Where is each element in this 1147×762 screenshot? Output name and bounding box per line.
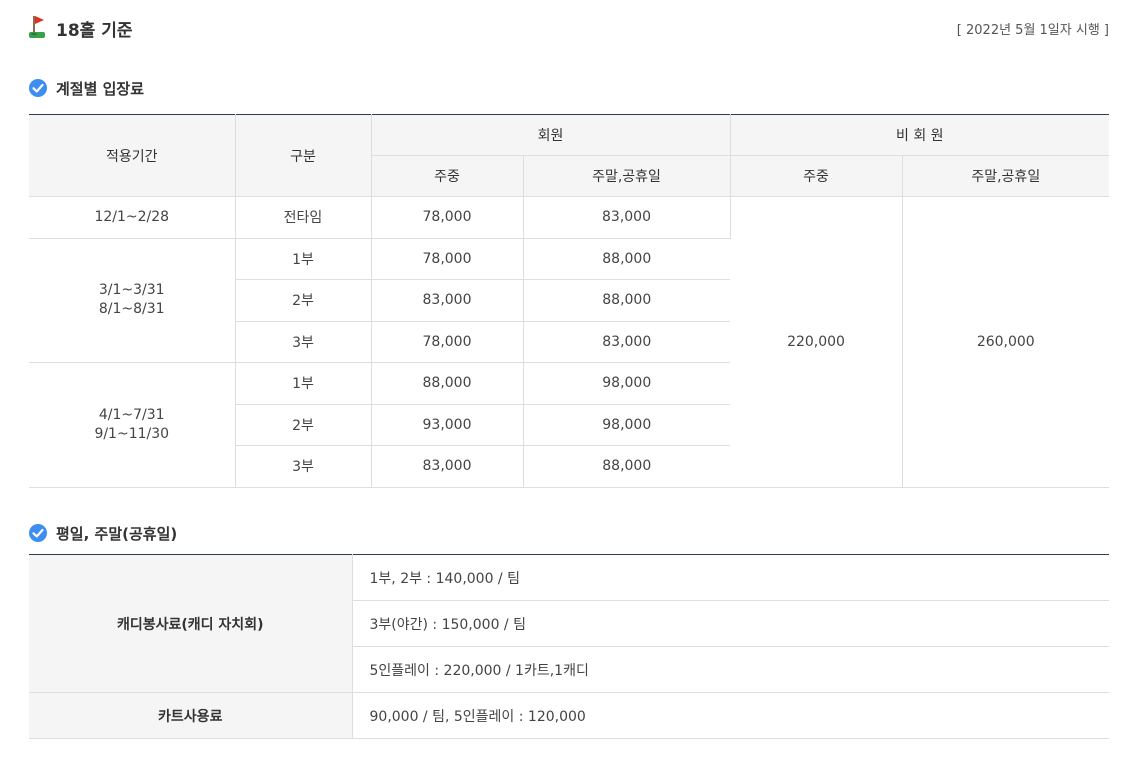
table-row: 카트사용료 90,000 / 팀, 5인플레이 : 120,000: [29, 692, 1109, 739]
section-title-weekday-weekend: 평일, 주말(공휴일): [29, 522, 177, 544]
header-nonmember-weekend: 주말,공휴일: [902, 155, 1110, 197]
session-cell: 1부: [235, 362, 372, 405]
check-circle-icon: [29, 524, 47, 542]
nonmember-weekday-cell: 220,000: [730, 196, 903, 488]
session-cell: 2부: [235, 279, 372, 322]
header-period: 적용기간: [29, 114, 236, 197]
member-weekday-cell: 83,000: [371, 279, 524, 322]
extra-fee-table: 캐디봉사료(캐디 자치회) 1부, 2부 : 140,000 / 팀 3부(야간…: [29, 554, 1109, 739]
section-title-seasonal: 계절별 입장료: [29, 77, 144, 99]
caddie-fee-label: 캐디봉사료(캐디 자치회): [29, 554, 353, 693]
header-member-weekday: 주중: [371, 155, 524, 197]
member-weekend-cell: 88,000: [523, 238, 731, 280]
member-weekday-cell: 83,000: [371, 445, 524, 488]
golf-flag-icon: [29, 16, 45, 38]
member-weekday-cell: 78,000: [371, 238, 524, 280]
period-cell: 12/1~2/28: [29, 196, 236, 239]
session-cell: 1부: [235, 238, 372, 280]
session-cell: 전타임: [235, 196, 372, 239]
member-weekend-cell: 88,000: [523, 445, 731, 488]
header-member: 회원: [371, 114, 731, 156]
effective-date-note: [ 2022년 5월 1일자 시행 ]: [956, 23, 1109, 38]
header-nonmember-weekday: 주중: [730, 155, 903, 197]
member-weekend-cell: 83,000: [523, 321, 731, 363]
header-nonmember: 비 회 원: [730, 114, 1110, 156]
period-line: 9/1~11/30: [94, 425, 170, 442]
session-cell: 2부: [235, 404, 372, 446]
table-row: 캐디봉사료(캐디 자치회) 1부, 2부 : 140,000 / 팀: [29, 554, 1109, 693]
top-header: 18홀 기준 [ 2022년 5월 1일자 시행 ]: [29, 14, 1109, 42]
cart-fee-value: 90,000 / 팀, 5인플레이 : 120,000: [352, 692, 1109, 739]
member-weekday-cell: 78,000: [371, 321, 524, 363]
section-label: 계절별 입장료: [56, 79, 145, 98]
member-weekday-cell: 88,000: [371, 362, 524, 405]
header-member-weekend: 주말,공휴일: [523, 155, 731, 197]
member-weekday-cell: 78,000: [371, 196, 524, 239]
caddie-fee-line: 5인플레이 : 220,000 / 1카트,1캐디: [352, 646, 1109, 693]
nonmember-weekend-cell: 260,000: [902, 196, 1110, 488]
table-row: 12/1~2/28 전타임 78,000 83,000 220,000 260,…: [29, 196, 1110, 488]
check-circle-icon: [29, 79, 47, 97]
page: 18홀 기준 [ 2022년 5월 1일자 시행 ] 계절별 입장료 적용기간 …: [0, 0, 1147, 762]
seasonal-fee-table: 적용기간 구분 회원 비 회 원 주중 주말,공휴일 주중 주말,공휴일 12/…: [29, 114, 1110, 488]
header-category: 구분: [235, 114, 372, 197]
page-title: 18홀 기준: [56, 21, 133, 41]
period-line: 8/1~8/31: [98, 301, 165, 318]
section-label: 평일, 주말(공휴일): [56, 524, 178, 543]
member-weekend-cell: 83,000: [523, 196, 731, 239]
member-weekend-cell: 98,000: [523, 362, 731, 405]
member-weekend-cell: 88,000: [523, 279, 731, 322]
member-weekend-cell: 98,000: [523, 404, 731, 446]
period-line: 3/1~3/31: [98, 282, 165, 299]
cart-fee-label: 카트사용료: [29, 692, 353, 739]
session-cell: 3부: [235, 321, 372, 363]
caddie-fee-line: 1부, 2부 : 140,000 / 팀: [352, 554, 1109, 601]
caddie-fee-line: 3부(야간) : 150,000 / 팀: [352, 600, 1109, 647]
period-line: 4/1~7/31: [98, 406, 165, 423]
member-weekday-cell: 93,000: [371, 404, 524, 446]
period-cell: 3/1~3/31 8/1~8/31: [29, 238, 236, 363]
period-cell: 4/1~7/31 9/1~11/30: [29, 362, 236, 488]
session-cell: 3부: [235, 445, 372, 488]
